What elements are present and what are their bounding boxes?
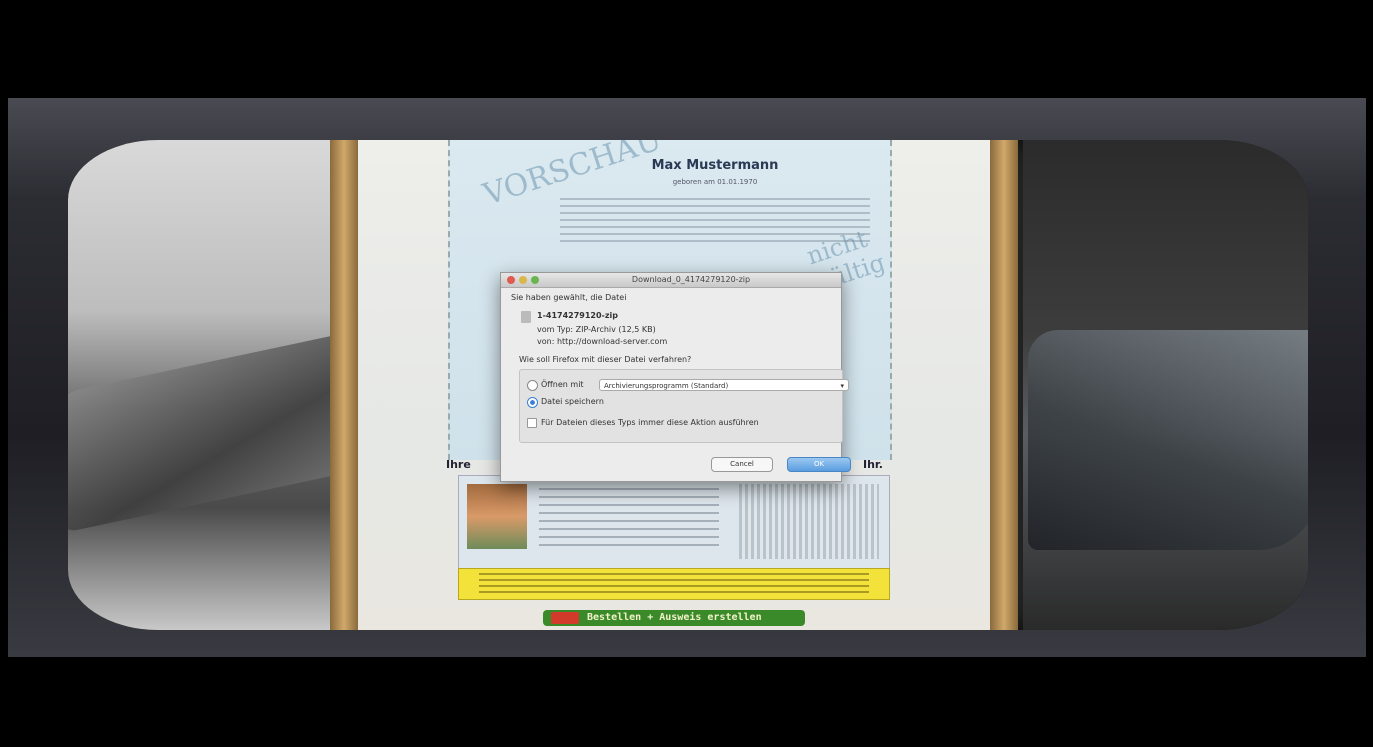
cancel-button[interactable]: Cancel (711, 457, 773, 472)
download-dialog: Download_0_4174279120-zip Sie haben gewä… (500, 272, 851, 482)
order-button[interactable]: Bestellen + Ausweis erstellen (543, 610, 805, 626)
dialog-question: Wie soll Firefox mit dieser Datei verfah… (519, 355, 692, 364)
wood-frame-left (330, 140, 358, 630)
maximize-icon[interactable] (531, 276, 539, 284)
open-with-value: Archivierungsprogramm (Standard) (604, 382, 729, 390)
order-button-label: Bestellen + Ausweis erstellen (587, 612, 762, 623)
open-with-label: Öffnen mit (541, 380, 584, 389)
id-card-label-left: Ihre (446, 458, 471, 471)
open-with-select[interactable]: Archivierungsprogramm (Standard) ▾ (599, 379, 849, 391)
save-file-radio[interactable] (527, 397, 538, 408)
document-sub-line: geboren am 01.01.1970 (672, 178, 758, 186)
id-card-preview (458, 475, 890, 572)
tv-screen: VORSCHAU nicht gültig Max Mustermann geb… (68, 140, 1308, 630)
open-with-radio[interactable] (527, 380, 538, 391)
save-file-label: Datei speichern (541, 397, 604, 406)
minimize-icon[interactable] (519, 276, 527, 284)
letterbox-top (0, 0, 1373, 100)
file-icon (521, 311, 531, 323)
id-card-fields (539, 488, 719, 548)
id-card-back (739, 484, 879, 559)
dialog-titlebar: Download_0_4174279120-zip (501, 273, 841, 288)
dialog-source: von: http://download-server.com (537, 337, 668, 346)
dialog-file-type: vom Typ: ZIP-Archiv (12,5 KB) (537, 325, 656, 334)
dialog-file-name: 1-4174279120-zip (537, 311, 618, 320)
notice-banner-text (479, 573, 869, 595)
remember-checkbox[interactable] (527, 418, 537, 428)
dialog-heading: Sie haben gewählt, die Datei (511, 293, 627, 302)
cart-icon (551, 612, 579, 624)
ok-button[interactable]: OK (787, 457, 851, 472)
document-paragraph (560, 198, 870, 244)
id-card-photo (467, 484, 527, 549)
aircraft-right-image (1028, 330, 1308, 550)
chevron-down-icon: ▾ (840, 382, 844, 390)
id-card-label-right: Ihr. (863, 458, 883, 471)
close-icon[interactable] (507, 276, 515, 284)
letterbox-bottom (0, 657, 1373, 747)
wood-frame-right (990, 140, 1018, 630)
notice-banner (458, 568, 890, 600)
document-holder-name: Max Mustermann (651, 158, 779, 173)
dialog-title: Download_0_4174279120-zip (631, 275, 751, 284)
remember-label: Für Dateien dieses Typs immer diese Akti… (541, 418, 759, 427)
